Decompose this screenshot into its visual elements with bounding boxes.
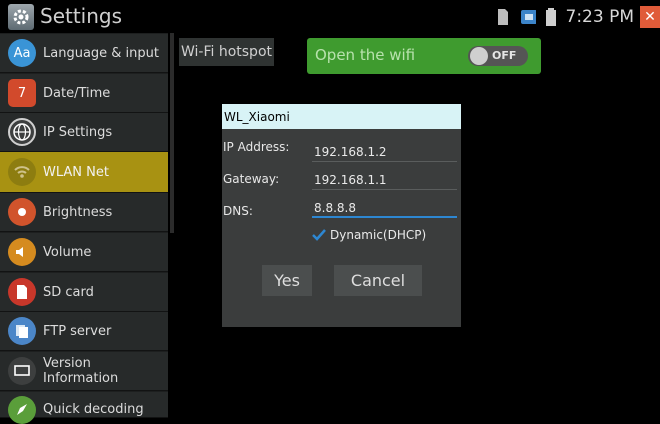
sidebar-item-label: WLAN Net: [43, 165, 109, 180]
sd-card-icon: [496, 7, 510, 27]
sidebar-item-sd-card[interactable]: SD card: [0, 273, 168, 312]
ip-address-field[interactable]: 192.168.1.2: [312, 142, 457, 162]
wifi-label: Open the wifi: [315, 46, 415, 64]
wifi-config-dialog: WL_Xiaomi IP Address: 192.168.1.2 Gatewa…: [222, 104, 461, 327]
title-bar: Settings 7:23 PM ✕: [0, 0, 660, 33]
wifi-toggle-bar[interactable]: Open the wifi OFF: [307, 38, 541, 74]
sidebar-item-label: IP Settings: [43, 125, 112, 140]
dhcp-checkbox[interactable]: Dynamic(DHCP): [312, 228, 426, 242]
ip-address-label: IP Address:: [223, 140, 289, 154]
sidebar-item-datetime[interactable]: 7 Date/Time: [0, 74, 168, 113]
speaker-icon: [8, 238, 36, 266]
sidebar-item-ftp[interactable]: FTP server: [0, 312, 168, 351]
battery-icon: [544, 7, 558, 27]
check-icon: [312, 229, 326, 241]
sidebar: Aa Language & input 7 Date/Time IP Setti…: [0, 33, 168, 417]
wifi-icon: [8, 158, 36, 186]
gateway-label: Gateway:: [223, 172, 279, 186]
sidebar-item-brightness[interactable]: Brightness: [0, 193, 168, 232]
gateway-field[interactable]: 192.168.1.1: [312, 170, 457, 190]
sidebar-item-label: Volume: [43, 245, 91, 260]
dns-field[interactable]: 8.8.8.8: [312, 198, 457, 218]
cancel-button[interactable]: Cancel: [334, 265, 422, 296]
toggle-state: OFF: [492, 49, 516, 62]
sidebar-item-label: Quick decoding: [43, 402, 144, 417]
close-icon[interactable]: ✕: [640, 6, 660, 28]
sidebar-item-label: Date/Time: [43, 86, 110, 101]
language-icon: Aa: [8, 39, 36, 67]
sidebar-item-language[interactable]: Aa Language & input: [0, 34, 168, 73]
sidebar-item-label: FTP server: [43, 324, 111, 339]
globe-icon: [8, 118, 36, 146]
toggle-knob: [470, 47, 488, 65]
yes-button[interactable]: Yes: [262, 265, 312, 296]
rocket-icon: [8, 396, 36, 424]
sidebar-item-version[interactable]: Version Information: [0, 352, 168, 391]
sidebar-item-quick-decoding[interactable]: Quick decoding: [0, 392, 168, 418]
notification-icon: [518, 7, 536, 27]
sidebar-item-label: SD card: [43, 285, 94, 300]
dns-label: DNS:: [223, 204, 253, 218]
clock: 7:23 PM: [566, 7, 635, 27]
sidebar-item-wlan[interactable]: WLAN Net: [0, 152, 168, 193]
app-title: Settings: [40, 3, 122, 29]
sidebar-item-label: Brightness: [43, 205, 112, 220]
sidebar-item-ip-settings[interactable]: IP Settings: [0, 113, 168, 152]
calendar-icon: 7: [8, 79, 36, 107]
gear-icon: [8, 4, 34, 30]
sd-card-icon: [8, 278, 36, 306]
sidebar-scrollbar[interactable]: [170, 33, 174, 233]
brightness-icon: [8, 198, 36, 226]
wifi-toggle[interactable]: OFF: [468, 46, 528, 66]
sidebar-item-label: Language & input: [43, 46, 159, 61]
wifi-hotspot-button[interactable]: Wi-Fi hotspot: [179, 38, 274, 66]
ftp-icon: [8, 317, 36, 345]
dialog-title: WL_Xiaomi: [222, 104, 461, 129]
sidebar-item-label: Version Information: [43, 356, 168, 386]
status-area: 7:23 PM ✕: [496, 0, 660, 33]
dhcp-label: Dynamic(DHCP): [330, 228, 426, 242]
monitor-icon: [8, 357, 36, 385]
sidebar-item-volume[interactable]: Volume: [0, 233, 168, 272]
